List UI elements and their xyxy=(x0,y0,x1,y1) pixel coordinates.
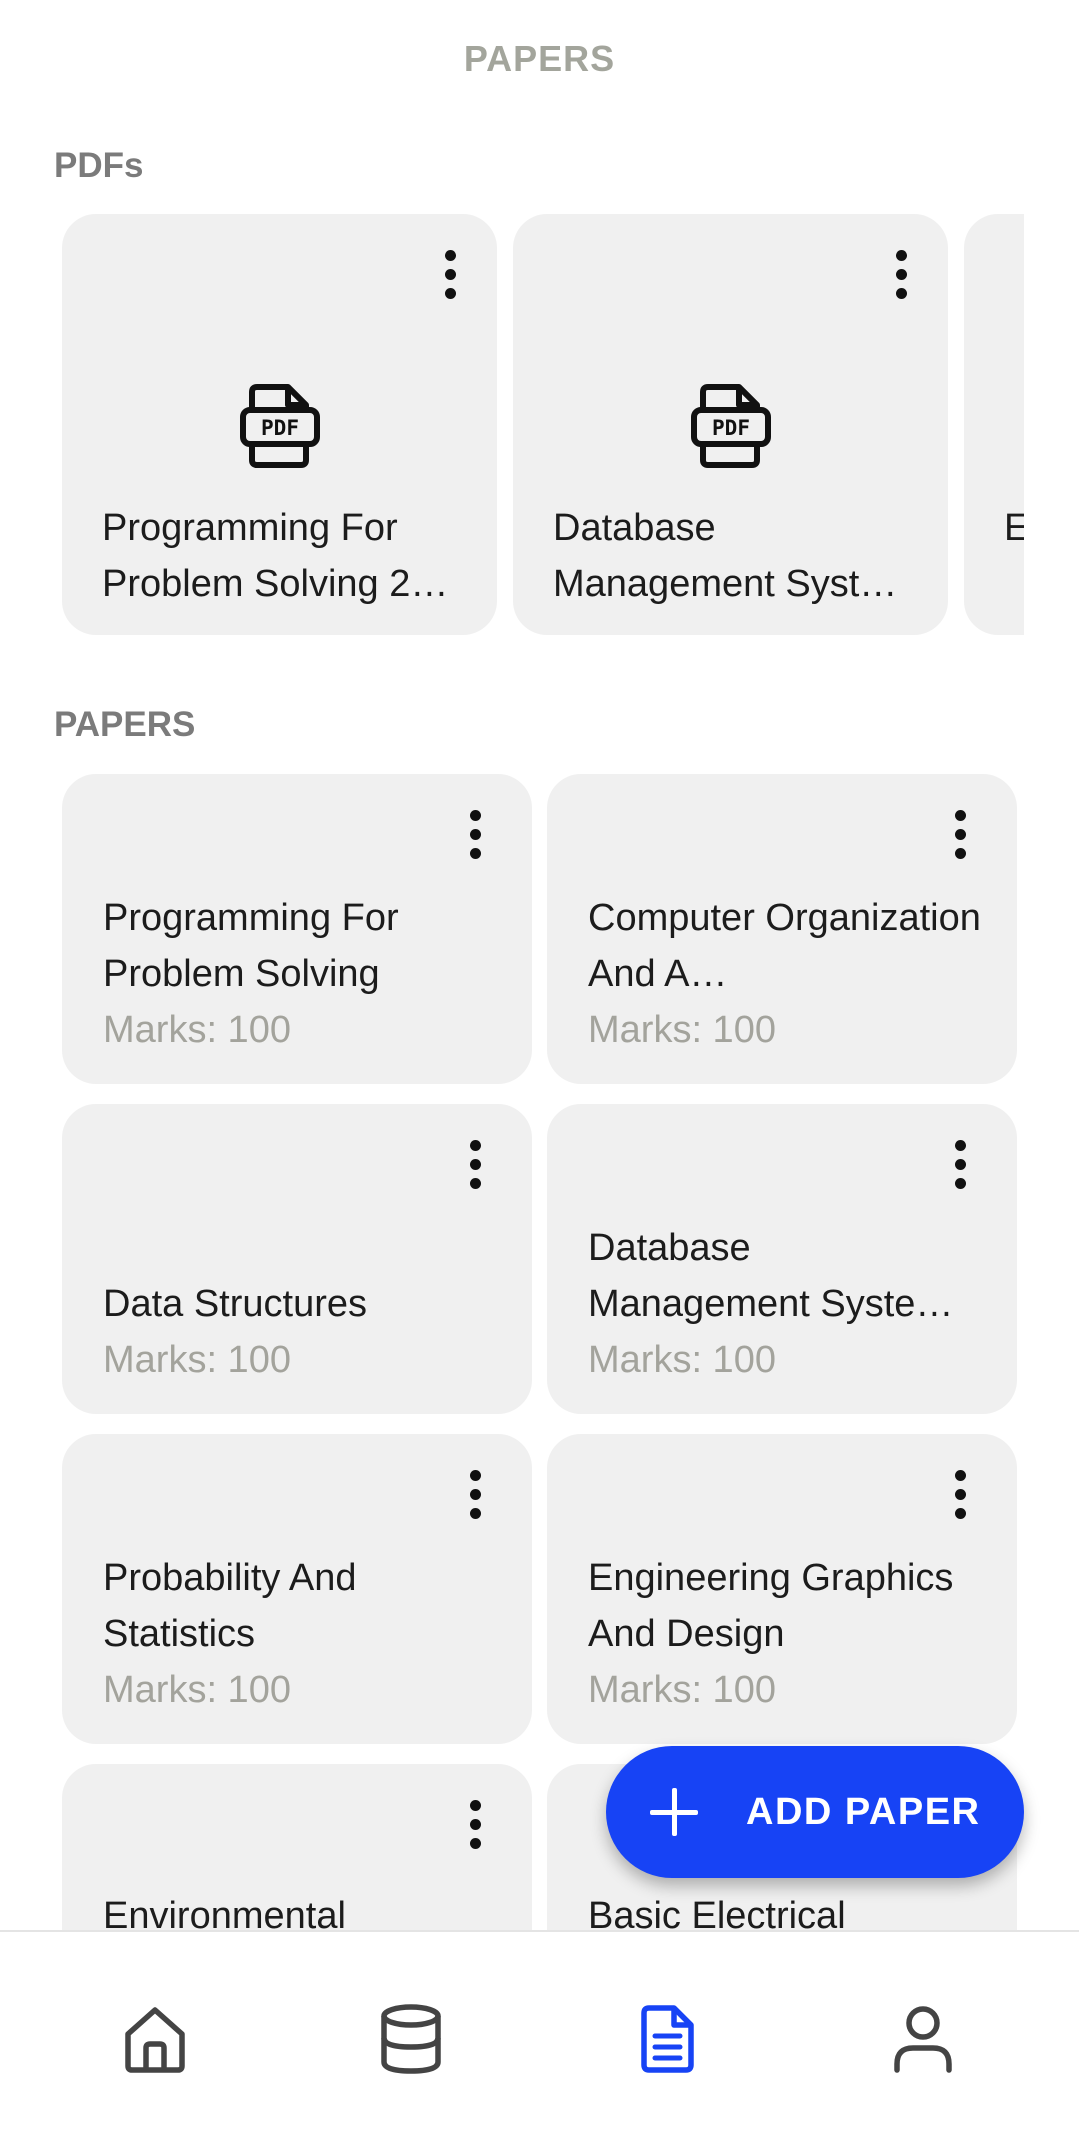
pdf-card[interactable]: E… S… xyxy=(964,214,1024,635)
more-options-icon[interactable] xyxy=(953,810,967,860)
svg-text:PDF: PDF xyxy=(712,416,750,440)
paper-marks: Marks: 100 xyxy=(103,1339,291,1381)
user-icon[interactable] xyxy=(890,2004,956,2074)
paper-marks: Marks: 100 xyxy=(588,1339,776,1381)
more-options-icon[interactable] xyxy=(468,1470,482,1520)
pdf-file-icon: PDF xyxy=(690,384,771,468)
pdf-card[interactable]: PDF Database Management Syst… xyxy=(513,214,948,635)
pdf-file-icon: PDF xyxy=(239,384,320,468)
paper-title: Programming For Problem Solving xyxy=(103,897,399,995)
more-options-icon[interactable] xyxy=(953,1470,967,1520)
paper-card[interactable]: Engineering Graphics And Design Marks: 1… xyxy=(547,1434,1017,1744)
pdfs-section-title: PDFs xyxy=(54,146,144,185)
papers-screen: PAPERS PDFs PDF Programming For Problem … xyxy=(0,0,1079,2152)
add-paper-label: ADD PAPER xyxy=(746,1790,981,1833)
paper-card[interactable]: Programming For Problem Solving Marks: 1… xyxy=(62,774,532,1084)
papers-section-title: PAPERS xyxy=(54,705,196,744)
paper-marks: Marks: 100 xyxy=(588,1009,776,1051)
paper-marks: Marks: 100 xyxy=(103,1009,291,1051)
more-options-icon[interactable] xyxy=(468,810,482,860)
home-icon[interactable] xyxy=(122,2004,188,2074)
more-options-icon[interactable] xyxy=(443,250,457,300)
pdf-card[interactable]: PDF Programming For Problem Solving 2… xyxy=(62,214,497,635)
paper-title: Probability And Statistics xyxy=(103,1557,357,1655)
paper-card[interactable]: Probability And Statistics Marks: 100 xyxy=(62,1434,532,1744)
paper-title: Computer Organization And A… xyxy=(588,897,981,995)
paper-card[interactable]: Database Management Syste… Marks: 100 xyxy=(547,1104,1017,1414)
pdf-title: Database Management Syst… xyxy=(553,507,898,605)
database-icon[interactable] xyxy=(378,2004,444,2074)
more-options-icon[interactable] xyxy=(468,1140,482,1190)
pdf-title: E… S… xyxy=(1004,500,1024,556)
pdf-carousel[interactable]: PDF Programming For Problem Solving 2… P… xyxy=(0,214,1024,636)
paper-marks: Marks: 100 xyxy=(103,1669,291,1711)
more-options-icon[interactable] xyxy=(468,1800,482,1850)
document-icon[interactable] xyxy=(634,2004,700,2074)
add-paper-button[interactable]: ADD PAPER xyxy=(606,1746,1024,1878)
paper-marks: Marks: 100 xyxy=(588,1669,776,1711)
more-options-icon[interactable] xyxy=(894,250,908,300)
svg-text:PDF: PDF xyxy=(261,416,299,440)
paper-card[interactable]: Computer Organization And A… Marks: 100 xyxy=(547,774,1017,1084)
paper-title: Data Structures xyxy=(103,1283,367,1325)
paper-title: Database Management Syste… xyxy=(588,1227,954,1325)
bottom-navigation xyxy=(0,1930,1079,2152)
pdf-title: Programming For Problem Solving 2… xyxy=(102,507,449,605)
plus-icon xyxy=(650,1788,698,1836)
page-title: PAPERS xyxy=(463,38,616,79)
paper-title: Engineering Graphics And Design xyxy=(588,1557,954,1655)
more-options-icon[interactable] xyxy=(953,1140,967,1190)
paper-card[interactable]: Data Structures Marks: 100 xyxy=(62,1104,532,1414)
